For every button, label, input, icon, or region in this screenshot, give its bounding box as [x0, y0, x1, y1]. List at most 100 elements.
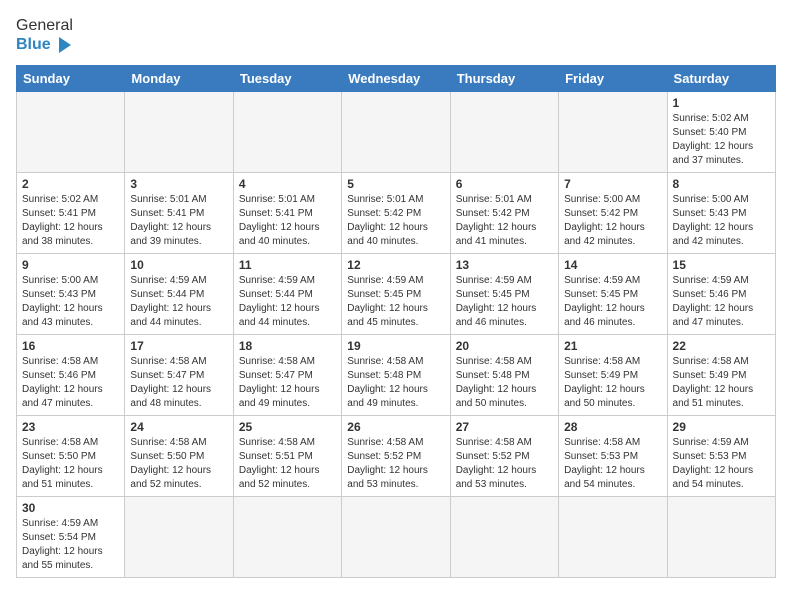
day-info: Sunrise: 5:01 AMSunset: 5:42 PMDaylight:…	[456, 193, 553, 249]
day-number: 18	[239, 339, 336, 353]
day-number: 21	[564, 339, 661, 353]
calendar-day-cell	[233, 92, 341, 173]
day-info: Sunrise: 4:59 AMSunset: 5:54 PMDaylight:…	[22, 517, 119, 573]
day-number: 15	[673, 258, 770, 272]
logo-general-text: General	[16, 16, 73, 35]
day-info: Sunrise: 5:01 AMSunset: 5:41 PMDaylight:…	[130, 193, 227, 249]
calendar-day-cell: 27Sunrise: 4:58 AMSunset: 5:52 PMDayligh…	[450, 416, 558, 497]
page: General Blue SundayMondayTuesdayWednesda…	[0, 0, 792, 612]
calendar-day-cell: 7Sunrise: 5:00 AMSunset: 5:42 PMDaylight…	[559, 173, 667, 254]
logo-blue-text: Blue	[16, 35, 75, 55]
day-number: 13	[456, 258, 553, 272]
day-number: 30	[22, 501, 119, 515]
day-info: Sunrise: 4:59 AMSunset: 5:44 PMDaylight:…	[239, 274, 336, 330]
day-number: 11	[239, 258, 336, 272]
logo: General Blue	[16, 16, 75, 55]
calendar-week-row: 9 Sunrise: 5:00 AMSunset: 5:43 PMDaylight…	[17, 254, 776, 335]
calendar-day-cell: 5Sunrise: 5:01 AMSunset: 5:42 PMDaylight…	[342, 173, 450, 254]
calendar-day-cell: 25 Sunrise: 4:58 AMSunset: 5:51 PMDayligh…	[233, 416, 341, 497]
calendar-day-cell: 6 Sunrise: 5:01 AMSunset: 5:42 PMDaylight…	[450, 173, 558, 254]
calendar-day-cell	[667, 497, 775, 578]
calendar-week-row: 1 Sunrise: 5:02 AMSunset: 5:40 PMDaylight…	[17, 92, 776, 173]
day-info: Sunrise: 4:59 AMSunset: 5:44 PMDaylight:…	[130, 274, 227, 330]
day-info: Sunrise: 5:01 AMSunset: 5:41 PMDaylight:…	[239, 193, 336, 249]
day-info: Sunrise: 4:58 AMSunset: 5:47 PMDaylight:…	[239, 355, 336, 411]
calendar-day-cell: 24 Sunrise: 4:58 AMSunset: 5:50 PMDayligh…	[125, 416, 233, 497]
day-info: Sunrise: 4:58 AMSunset: 5:49 PMDaylight:…	[564, 355, 661, 411]
calendar-day-cell: 17Sunrise: 4:58 AMSunset: 5:47 PMDayligh…	[125, 335, 233, 416]
calendar-day-cell: 8 Sunrise: 5:00 AMSunset: 5:43 PMDaylight…	[667, 173, 775, 254]
calendar-day-cell: 10 Sunrise: 4:59 AMSunset: 5:44 PMDayligh…	[125, 254, 233, 335]
day-info: Sunrise: 4:58 AMSunset: 5:47 PMDaylight:…	[130, 355, 227, 411]
weekday-header-wednesday: Wednesday	[342, 66, 450, 92]
day-info: Sunrise: 5:02 AMSunset: 5:41 PMDaylight:…	[22, 193, 119, 249]
calendar-day-cell: 3 Sunrise: 5:01 AMSunset: 5:41 PMDaylight…	[125, 173, 233, 254]
calendar-day-cell: 26 Sunrise: 4:58 AMSunset: 5:52 PMDayligh…	[342, 416, 450, 497]
day-info: Sunrise: 4:58 AMSunset: 5:48 PMDaylight:…	[347, 355, 444, 411]
weekday-header-friday: Friday	[559, 66, 667, 92]
day-number: 5	[347, 177, 444, 191]
calendar-day-cell: 1 Sunrise: 5:02 AMSunset: 5:40 PMDaylight…	[667, 92, 775, 173]
calendar-table: SundayMondayTuesdayWednesdayThursdayFrid…	[16, 65, 776, 578]
day-number: 10	[130, 258, 227, 272]
calendar-day-cell: 18 Sunrise: 4:58 AMSunset: 5:47 PMDayligh…	[233, 335, 341, 416]
day-number: 9	[22, 258, 119, 272]
day-info: Sunrise: 4:58 AMSunset: 5:51 PMDaylight:…	[239, 436, 336, 492]
day-info: Sunrise: 4:58 AMSunset: 5:50 PMDaylight:…	[130, 436, 227, 492]
calendar-day-cell: 19 Sunrise: 4:58 AMSunset: 5:48 PMDayligh…	[342, 335, 450, 416]
day-number: 22	[673, 339, 770, 353]
calendar-day-cell: 14 Sunrise: 4:59 AMSunset: 5:45 PMDayligh…	[559, 254, 667, 335]
calendar-week-row: 23 Sunrise: 4:58 AMSunset: 5:50 PMDayligh…	[17, 416, 776, 497]
calendar-day-cell: 12 Sunrise: 4:59 AMSunset: 5:45 PMDayligh…	[342, 254, 450, 335]
calendar-day-cell: 11 Sunrise: 4:59 AMSunset: 5:44 PMDayligh…	[233, 254, 341, 335]
day-info: Sunrise: 4:58 AMSunset: 5:52 PMDaylight:…	[456, 436, 553, 492]
calendar-day-cell: 13Sunrise: 4:59 AMSunset: 5:45 PMDayligh…	[450, 254, 558, 335]
calendar-day-cell	[17, 92, 125, 173]
calendar-day-cell	[559, 92, 667, 173]
calendar-day-cell: 22Sunrise: 4:58 AMSunset: 5:49 PMDayligh…	[667, 335, 775, 416]
day-number: 1	[673, 96, 770, 110]
day-number: 28	[564, 420, 661, 434]
day-info: Sunrise: 4:59 AMSunset: 5:53 PMDaylight:…	[673, 436, 770, 492]
weekday-header-thursday: Thursday	[450, 66, 558, 92]
day-number: 24	[130, 420, 227, 434]
calendar-week-row: 16Sunrise: 4:58 AMSunset: 5:46 PMDayligh…	[17, 335, 776, 416]
weekday-header-saturday: Saturday	[667, 66, 775, 92]
calendar-day-cell: 23 Sunrise: 4:58 AMSunset: 5:50 PMDayligh…	[17, 416, 125, 497]
day-info: Sunrise: 5:00 AMSunset: 5:43 PMDaylight:…	[673, 193, 770, 249]
calendar-day-cell	[342, 92, 450, 173]
day-info: Sunrise: 4:59 AMSunset: 5:45 PMDaylight:…	[347, 274, 444, 330]
calendar-day-cell	[125, 497, 233, 578]
calendar-day-cell: 30 Sunrise: 4:59 AMSunset: 5:54 PMDayligh…	[17, 497, 125, 578]
calendar-day-cell	[450, 92, 558, 173]
day-number: 23	[22, 420, 119, 434]
day-number: 12	[347, 258, 444, 272]
logo-arrow-icon	[55, 35, 75, 55]
header: General Blue	[16, 16, 776, 55]
day-info: Sunrise: 4:58 AMSunset: 5:53 PMDaylight:…	[564, 436, 661, 492]
day-number: 14	[564, 258, 661, 272]
day-number: 25	[239, 420, 336, 434]
calendar-week-row: 30 Sunrise: 4:59 AMSunset: 5:54 PMDayligh…	[17, 497, 776, 578]
day-info: Sunrise: 4:59 AMSunset: 5:45 PMDaylight:…	[564, 274, 661, 330]
day-info: Sunrise: 5:00 AMSunset: 5:43 PMDaylight:…	[22, 274, 119, 330]
calendar-day-cell: 16Sunrise: 4:58 AMSunset: 5:46 PMDayligh…	[17, 335, 125, 416]
weekday-header-sunday: Sunday	[17, 66, 125, 92]
day-info: Sunrise: 4:58 AMSunset: 5:48 PMDaylight:…	[456, 355, 553, 411]
day-number: 26	[347, 420, 444, 434]
calendar-day-cell	[450, 497, 558, 578]
day-number: 19	[347, 339, 444, 353]
day-info: Sunrise: 5:02 AMSunset: 5:40 PMDaylight:…	[673, 112, 770, 168]
calendar-day-cell: 29Sunrise: 4:59 AMSunset: 5:53 PMDayligh…	[667, 416, 775, 497]
day-info: Sunrise: 4:58 AMSunset: 5:50 PMDaylight:…	[22, 436, 119, 492]
day-number: 7	[564, 177, 661, 191]
day-number: 4	[239, 177, 336, 191]
day-info: Sunrise: 4:58 AMSunset: 5:52 PMDaylight:…	[347, 436, 444, 492]
weekday-header-tuesday: Tuesday	[233, 66, 341, 92]
day-number: 8	[673, 177, 770, 191]
calendar-day-cell: 20Sunrise: 4:58 AMSunset: 5:48 PMDayligh…	[450, 335, 558, 416]
day-number: 6	[456, 177, 553, 191]
calendar-day-cell	[233, 497, 341, 578]
calendar-week-row: 2Sunrise: 5:02 AMSunset: 5:41 PMDaylight…	[17, 173, 776, 254]
day-number: 3	[130, 177, 227, 191]
